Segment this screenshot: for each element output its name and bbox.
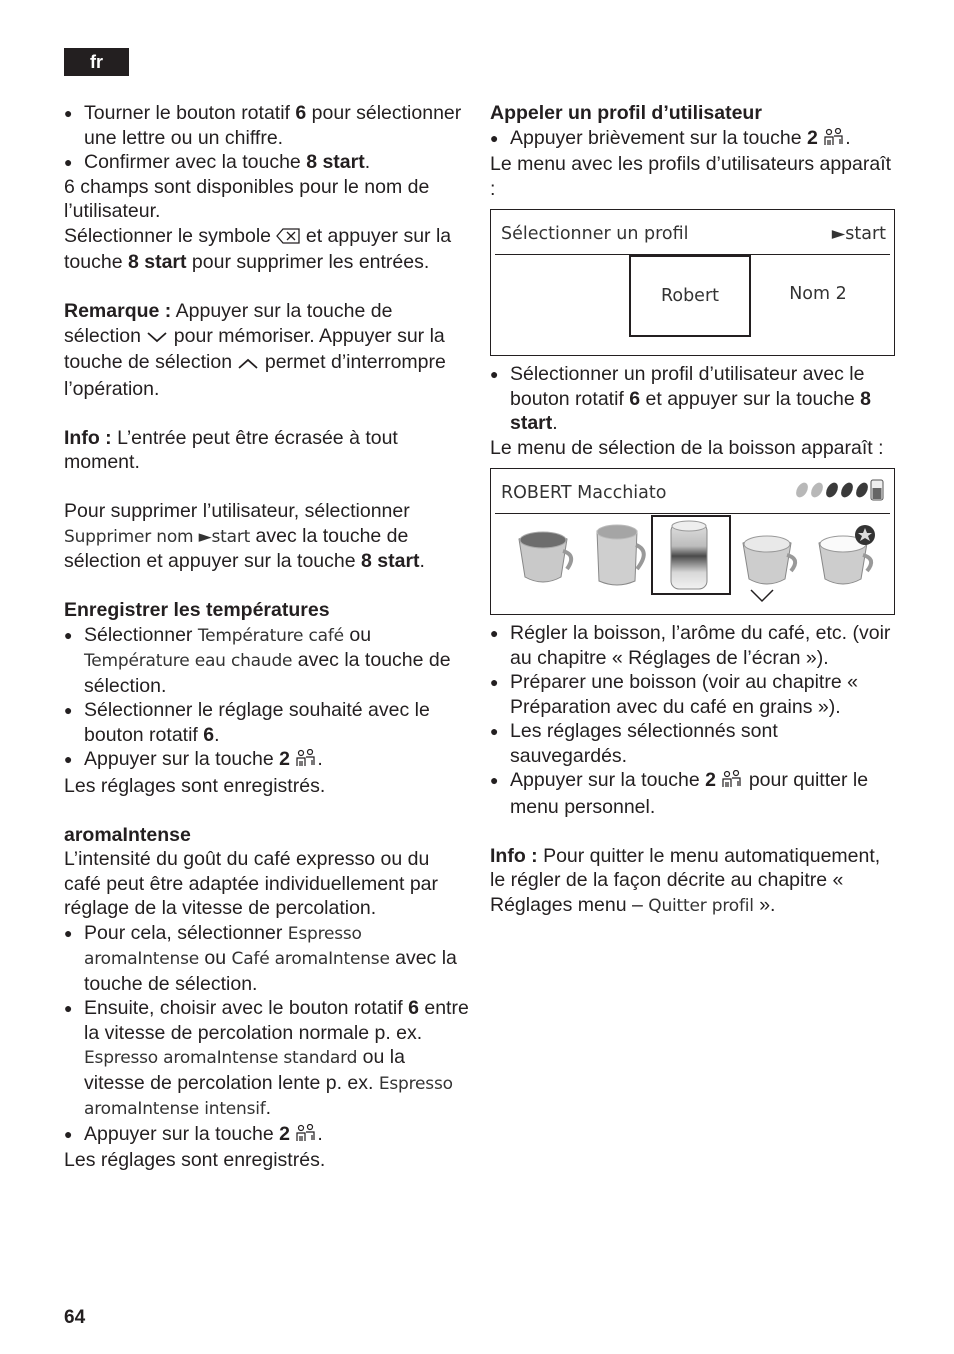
screen-header: ROBERT Macchiato <box>495 469 890 514</box>
aroma-intro: L’intensité du goût du café expresso ou … <box>64 848 439 919</box>
user-profiles-icon <box>295 748 317 774</box>
cappuccino-cup-icon <box>742 535 798 585</box>
coffee-bean-icon <box>826 482 838 498</box>
user-profiles-icon <box>295 1123 317 1149</box>
left-column: Tourner le bouton rotatif 6 pour sélecti… <box>64 101 469 1173</box>
drink-carousel <box>491 515 894 595</box>
step-confirm: Confirmer avec la touche 8 start. <box>64 150 469 175</box>
aroma-heading: aromaIntense <box>64 823 191 846</box>
strength-indicator <box>795 479 884 501</box>
delete-user-note: Pour supprimer l’utilisateur, sélectionn… <box>64 500 425 572</box>
drink-select-screen: ROBERT Macchiato <box>490 468 895 615</box>
remarque-note: Remarque : Appuyer sur la touche de séle… <box>64 300 446 400</box>
temp-step-knob: Sélectionner le réglage souhaité avec le… <box>64 698 469 747</box>
drink-coffee-mug[interactable] <box>581 515 657 595</box>
right-column: Appeler un profil d’utilisateur Appuyer … <box>490 101 895 918</box>
profile-step-press: Appuyer brièvement sur la touche 2 . <box>490 126 895 153</box>
profile-option-selected[interactable]: Robert <box>629 255 751 337</box>
espresso-cup-icon <box>518 531 574 583</box>
drink-step-prepare: Préparer une boisson (voir au chapitre «… <box>490 670 895 719</box>
coffee-mug-icon <box>596 524 646 586</box>
drink-cappuccino-cup[interactable] <box>729 515 805 595</box>
drink-latte-macchiato-selected[interactable] <box>651 515 731 595</box>
profile-option[interactable]: Nom 2 <box>763 255 873 333</box>
favorite-cup-icon <box>818 525 875 585</box>
drink-favorite-cup[interactable] <box>809 515 885 595</box>
screen-title: ROBERT Macchiato <box>501 483 667 503</box>
latte-glass-icon <box>670 520 708 590</box>
backspace-icon <box>276 226 301 251</box>
auto-exit-info: Info : Pour quitter le menu automatique­… <box>490 844 881 916</box>
drink-step-exit: Appuyer sur la touche 2 pour quitter le … <box>490 768 895 819</box>
profile-step-select: Sélectionner un profil d’utilisateur ave… <box>490 362 895 436</box>
screen-header: Sélectionner un profil ►start <box>495 210 890 255</box>
coffee-bean-icon <box>841 482 853 498</box>
scroll-down-chevron-icon[interactable] <box>749 586 775 611</box>
user-profiles-icon <box>721 769 743 795</box>
fields-note: 6 champs sont disponibles pour le nom de… <box>64 175 430 223</box>
delete-symbol-note: Sélectionner le symbole et appuyer sur l… <box>64 224 452 274</box>
profile-menu-note: Le menu avec les profils d’utilisateurs … <box>490 153 892 200</box>
info-note: Info : L’entrée peut être écrasée à tout… <box>64 426 398 474</box>
temperatures-heading: Enregistrer les températures <box>64 599 330 621</box>
chevron-up-icon <box>237 352 259 377</box>
temp-saved-note: Les réglages sont enregistrés. <box>64 774 326 797</box>
cup-size-icon <box>870 479 884 501</box>
page-number: 64 <box>64 1307 86 1328</box>
temp-step-press: Appuyer sur la touche 2 . <box>64 747 469 774</box>
drink-espresso-cup[interactable] <box>505 515 581 595</box>
language-tab: fr <box>64 48 129 76</box>
aroma-step-choose: Ensuite, choisir avec le bouton rotatif … <box>64 996 469 1122</box>
aroma-step-press: Appuyer sur la touche 2 . <box>64 1122 469 1149</box>
drink-menu-note: Le menu de sélection de la boisson appar… <box>490 436 884 459</box>
temp-step-select: Sélectionner Température café ou Tempéra… <box>64 623 469 699</box>
aroma-saved-note: Les réglages sont enregistrés. <box>64 1149 326 1171</box>
step-turn-knob: Tourner le bouton rotatif 6 pour sélecti… <box>64 101 469 150</box>
chevron-down-icon <box>146 326 168 351</box>
screen-title: Sélectionner un profil <box>501 224 689 244</box>
start-hint: ►start <box>831 224 886 244</box>
aroma-step-select: Pour cela, sélectionner Espresso aromaIn… <box>64 921 469 997</box>
drink-step-adjust: Régler la boisson, l’arôme du café, etc.… <box>490 621 895 670</box>
user-profiles-icon <box>823 127 845 153</box>
profile-heading: Appeler un profil d’utilisateur <box>490 102 762 124</box>
coffee-bean-icon <box>796 482 808 498</box>
coffee-bean-icon <box>811 482 823 498</box>
drink-step-saved: Les réglages sélectionnés sont sauvegard… <box>490 719 895 768</box>
profile-select-screen: Sélectionner un profil ►start Robert Nom… <box>490 209 895 356</box>
coffee-bean-icon <box>856 482 868 498</box>
